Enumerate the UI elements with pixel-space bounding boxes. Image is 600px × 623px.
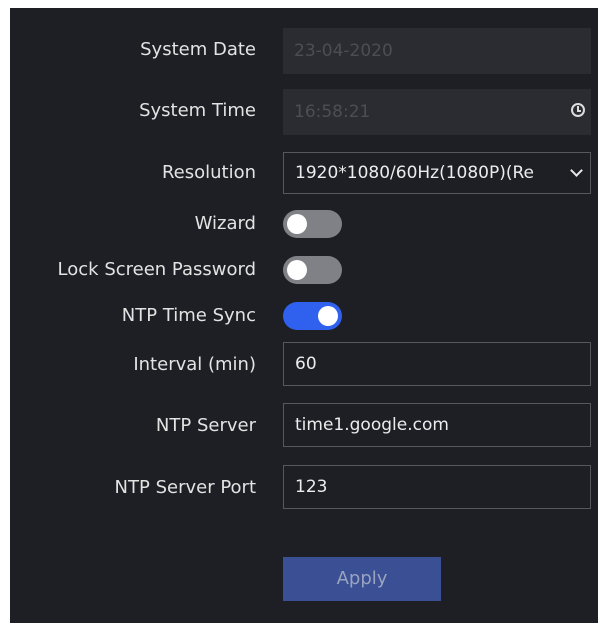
wizard-toggle-knob bbox=[287, 214, 307, 234]
interval-input[interactable]: 60 bbox=[283, 342, 591, 386]
system-date-value: 23-04-2020 bbox=[294, 41, 393, 61]
resolution-label: Resolution bbox=[161, 162, 256, 183]
ntp-time-sync-label: NTP Time Sync bbox=[121, 305, 256, 326]
apply-button[interactable]: Apply bbox=[283, 557, 441, 601]
interval-value: 60 bbox=[295, 354, 317, 374]
ntp-server-port-input[interactable]: 123 bbox=[283, 465, 591, 509]
ntp-time-sync-toggle-knob bbox=[318, 306, 338, 326]
system-time-field: 16:58:21 bbox=[283, 89, 591, 135]
chevron-down-icon[interactable] bbox=[570, 164, 583, 177]
ntp-server-port-label: NTP Server Port bbox=[114, 477, 256, 498]
system-time-value: 16:58:21 bbox=[294, 102, 371, 122]
ntp-server-port-value: 123 bbox=[295, 477, 328, 497]
ntp-server-input[interactable]: time1.google.com bbox=[283, 403, 591, 447]
clock-icon[interactable] bbox=[571, 103, 585, 117]
system-date-field: 23-04-2020 bbox=[283, 28, 591, 74]
system-time-label: System Time bbox=[139, 100, 256, 121]
ntp-time-sync-toggle[interactable] bbox=[283, 302, 342, 330]
wizard-label: Wizard bbox=[194, 213, 256, 234]
lock-screen-password-toggle-knob bbox=[287, 260, 307, 280]
resolution-value: 1920*1080/60Hz(1080P)(Re bbox=[295, 163, 535, 183]
lock-screen-password-toggle[interactable] bbox=[283, 256, 342, 284]
general-settings-panel: System Date 23-04-2020 System Time 16:58… bbox=[10, 8, 598, 623]
resolution-select[interactable]: 1920*1080/60Hz(1080P)(Re bbox=[283, 152, 591, 194]
ntp-server-value: time1.google.com bbox=[295, 415, 449, 435]
lock-screen-password-label: Lock Screen Password bbox=[57, 259, 256, 280]
ntp-server-label: NTP Server bbox=[155, 415, 256, 436]
interval-label: Interval (min) bbox=[133, 354, 256, 375]
system-date-label: System Date bbox=[140, 39, 256, 60]
wizard-toggle[interactable] bbox=[283, 210, 342, 238]
